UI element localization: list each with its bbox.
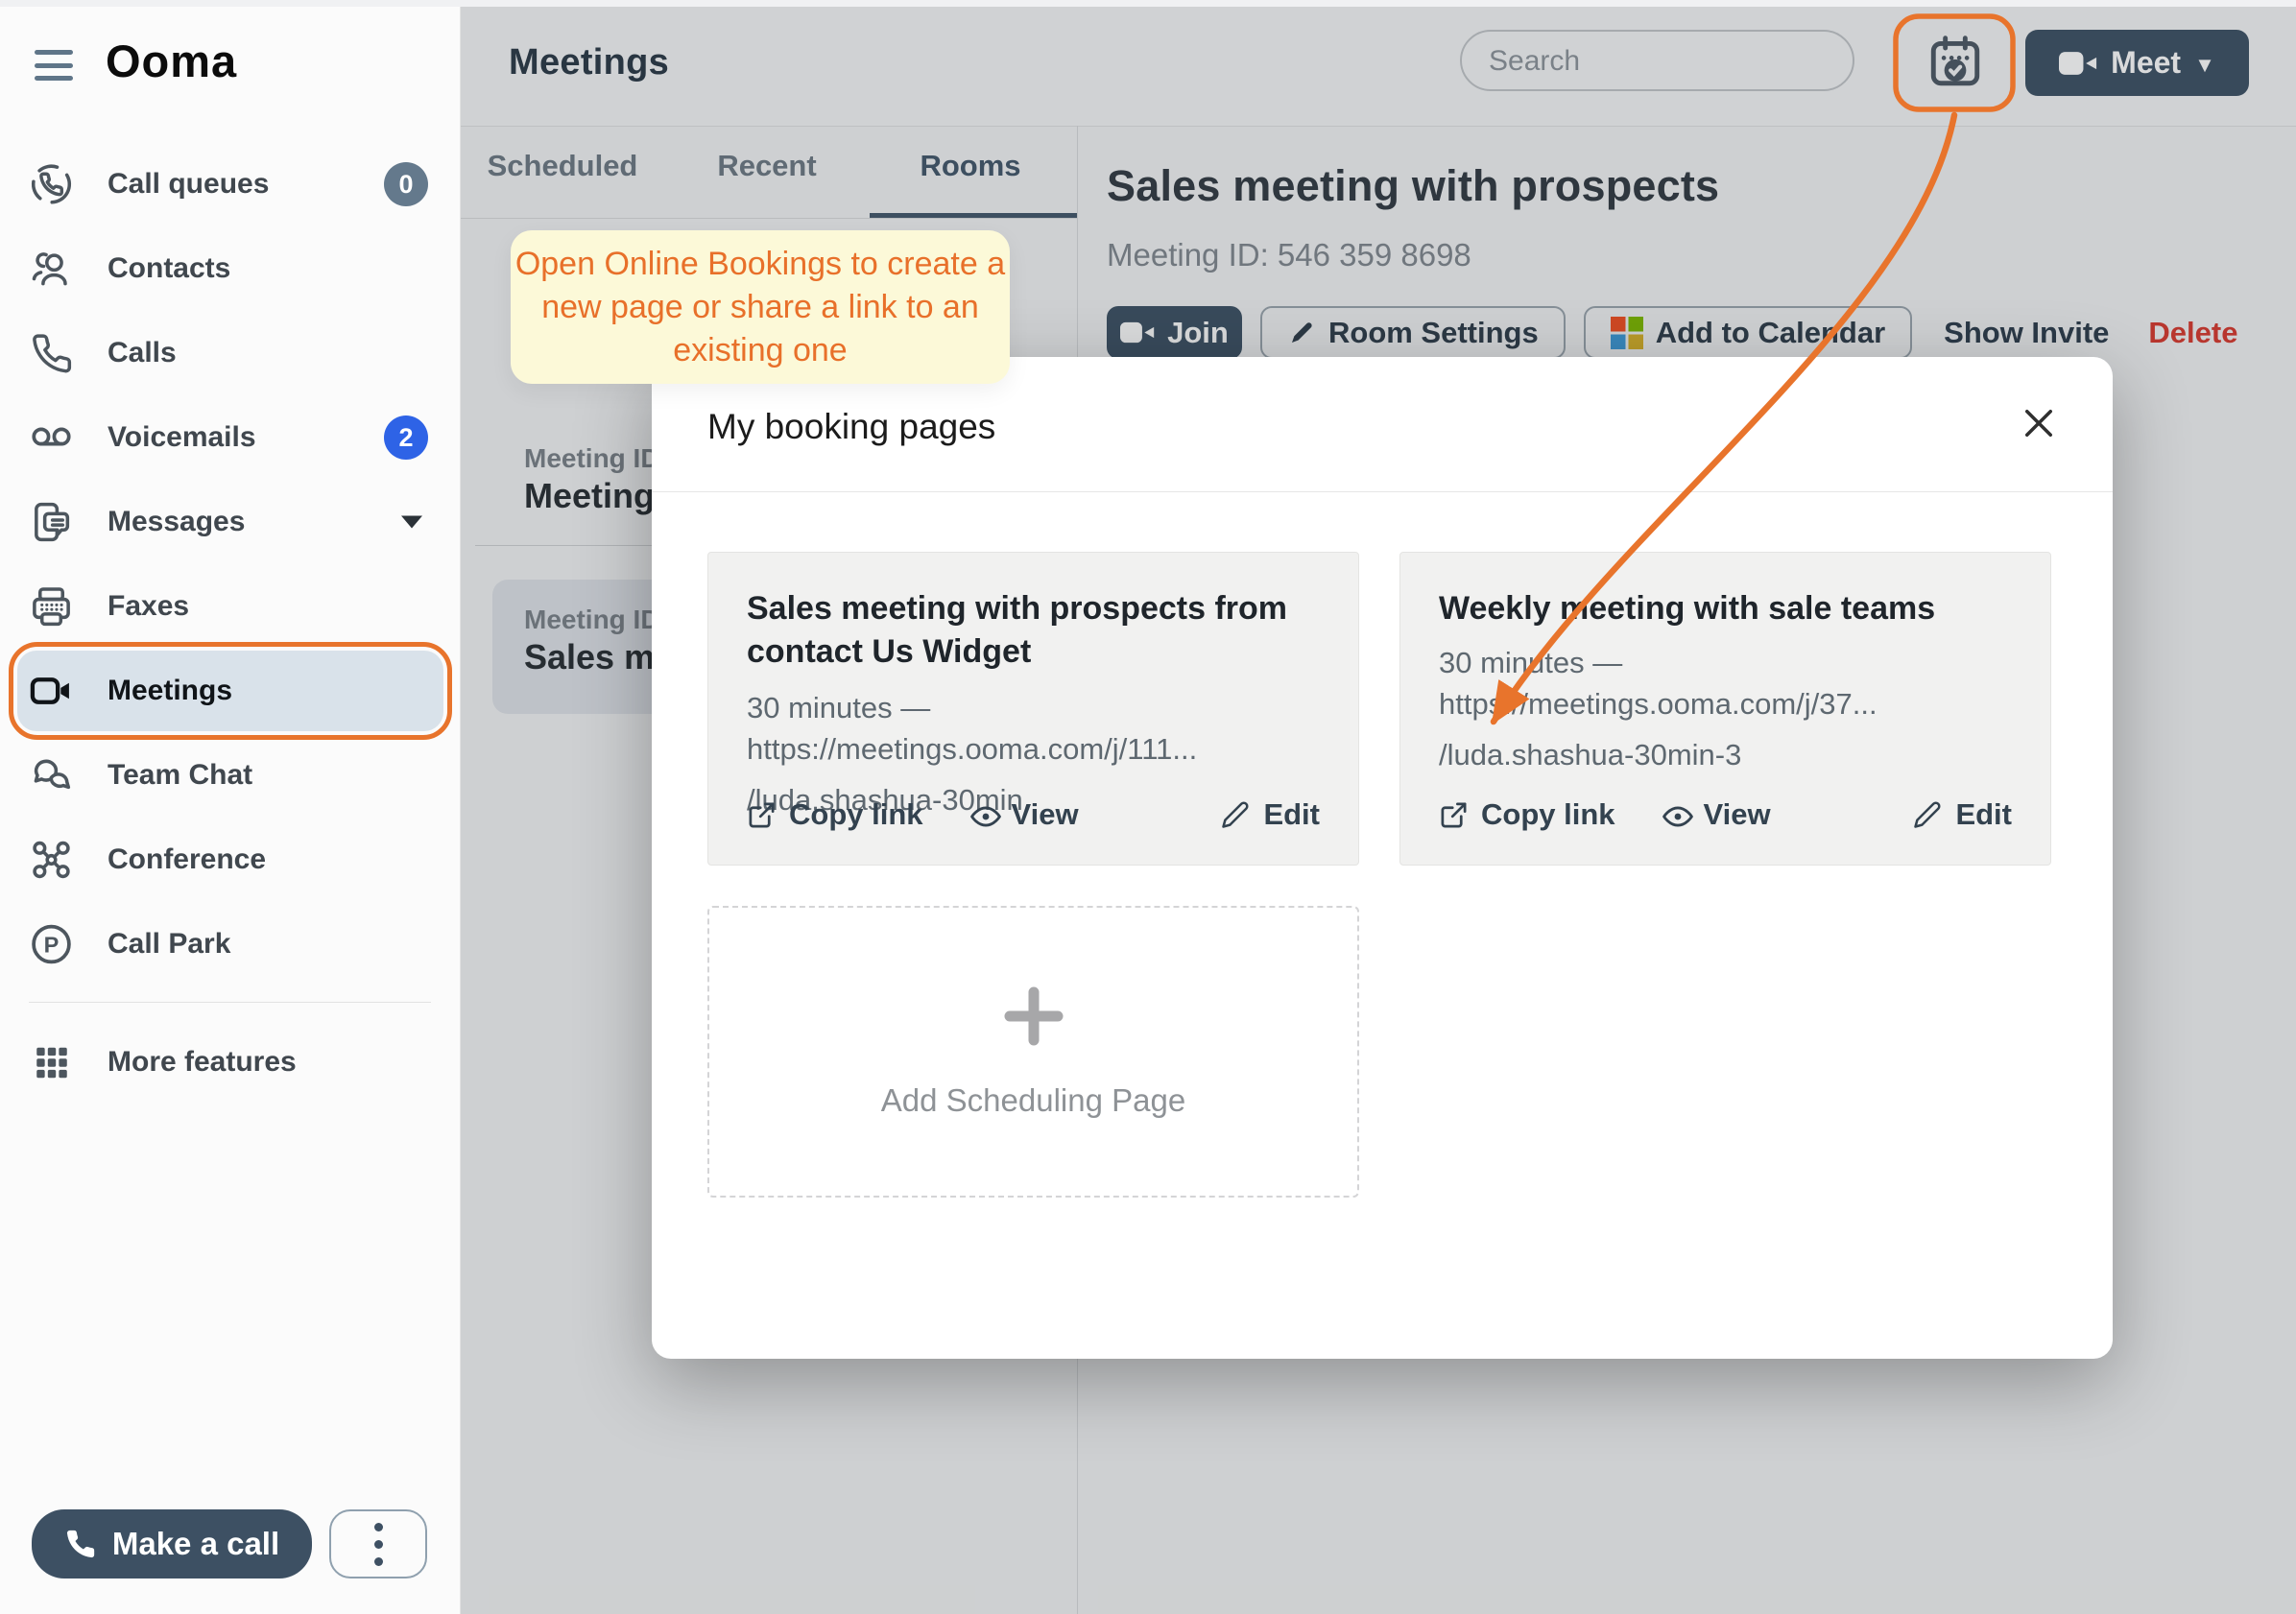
- view-label: View: [1012, 797, 1079, 832]
- video-camera-icon: [29, 669, 74, 714]
- eye-icon: [969, 800, 999, 830]
- count-badge: 2: [384, 415, 428, 460]
- sidebar-item-meetings[interactable]: Meetings: [0, 649, 461, 733]
- sidebar-item-contacts[interactable]: Contacts: [0, 226, 461, 311]
- sidebar-item-messages[interactable]: Messages: [0, 480, 461, 564]
- close-icon[interactable]: [2019, 403, 2059, 443]
- pencil-icon: [1221, 800, 1251, 830]
- booking-url-line1: 30 minutes — https://meetings.ooma.com/j…: [747, 687, 1320, 770]
- add-scheduling-page-label: Add Scheduling Page: [709, 1082, 1357, 1119]
- app-window: Meetings: [0, 0, 2296, 1614]
- ooma-logo: Ooma: [106, 35, 237, 87]
- copy-link-label: Copy link: [1481, 797, 1615, 832]
- annotation-tooltip: Open Online Bookings to create a new pag…: [511, 230, 1010, 384]
- sidebar-item-label: Messages: [108, 506, 245, 538]
- sidebar-item-label: More features: [108, 1046, 297, 1079]
- edit-label: Edit: [1263, 797, 1320, 832]
- view-button[interactable]: View: [1662, 797, 1771, 832]
- sidebar-item-call-park[interactable]: P Call Park: [0, 902, 461, 986]
- modal-header-divider: [652, 491, 2113, 492]
- sidebar: Ooma Call queues 0: [0, 0, 461, 1614]
- more-options-button[interactable]: [329, 1509, 427, 1578]
- sidebar-item-label: Meetings: [108, 675, 232, 707]
- booking-page-card: Weekly meeting with sale teams 30 minute…: [1399, 552, 2051, 866]
- plus-icon: [1004, 986, 1064, 1046]
- make-a-call-label: Make a call: [112, 1526, 279, 1562]
- edit-button[interactable]: Edit: [1221, 797, 1320, 832]
- tooltip-line: Open Online Bookings to create a: [515, 243, 1005, 286]
- sidebar-item-calls[interactable]: Calls: [0, 311, 461, 395]
- sidebar-item-label: Call queues: [108, 168, 269, 201]
- grid-icon: [29, 1040, 74, 1085]
- copy-link-button[interactable]: Copy link: [747, 797, 923, 832]
- copy-link-label: Copy link: [789, 797, 923, 832]
- sidebar-item-call-queues[interactable]: Call queues 0: [0, 142, 461, 226]
- sidebar-item-label: Team Chat: [108, 759, 252, 792]
- booking-url-line1: 30 minutes — https://meetings.ooma.com/j…: [1439, 642, 2012, 724]
- booking-url-line2: /luda.shashua-30min-3: [1439, 734, 2012, 775]
- make-a-call-button[interactable]: Make a call: [32, 1509, 312, 1578]
- sidebar-item-voicemails[interactable]: Voicemails 2: [0, 395, 461, 480]
- chevron-down-icon[interactable]: [401, 516, 422, 529]
- sidebar-item-label: Calls: [108, 337, 177, 369]
- voicemail-icon: [29, 415, 74, 461]
- add-scheduling-page-button[interactable]: Add Scheduling Page: [707, 906, 1359, 1198]
- sidebar-item-more-features[interactable]: More features: [0, 1020, 461, 1104]
- view-button[interactable]: View: [969, 797, 1079, 832]
- tooltip-line: new page or share a link to an: [541, 286, 979, 329]
- parking-icon: P: [29, 922, 74, 967]
- sidebar-item-label: Call Park: [108, 928, 230, 961]
- booking-title: Sales meeting with prospects from contac…: [747, 587, 1320, 674]
- messages-icon: [29, 500, 74, 545]
- pencil-icon: [1913, 800, 1943, 830]
- sidebar-item-label: Contacts: [108, 252, 230, 285]
- sidebar-item-label: Faxes: [108, 590, 189, 623]
- sidebar-item-label: Voicemails: [108, 421, 256, 454]
- modal-title: My booking pages: [707, 407, 995, 447]
- eye-icon: [1662, 800, 1691, 830]
- booking-pages-modal: My booking pages Sales meeting with pros…: [652, 357, 2113, 1359]
- svg-text:P: P: [44, 932, 60, 957]
- copy-link-button[interactable]: Copy link: [1439, 797, 1615, 832]
- contacts-icon: [29, 247, 74, 292]
- sidebar-item-conference[interactable]: Conference: [0, 818, 461, 902]
- menu-icon[interactable]: [35, 50, 73, 81]
- booking-title: Weekly meeting with sale teams: [1439, 587, 2012, 630]
- call-queues-icon: [29, 162, 74, 207]
- window-top-strip: [0, 0, 2296, 7]
- sidebar-divider: [29, 1002, 431, 1003]
- sidebar-item-faxes[interactable]: Faxes: [0, 564, 461, 649]
- chat-bubbles-icon: [29, 753, 74, 798]
- fax-icon: [29, 584, 74, 629]
- edit-label: Edit: [1955, 797, 2012, 832]
- sidebar-item-team-chat[interactable]: Team Chat: [0, 733, 461, 818]
- view-label: View: [1704, 797, 1771, 832]
- external-link-icon: [747, 800, 777, 830]
- conference-icon: [29, 838, 74, 883]
- edit-button[interactable]: Edit: [1913, 797, 2012, 832]
- sidebar-item-label: Conference: [108, 843, 266, 876]
- phone-icon: [29, 331, 74, 376]
- phone-icon: [64, 1528, 97, 1560]
- external-link-icon: [1439, 800, 1469, 830]
- booking-page-card: Sales meeting with prospects from contac…: [707, 552, 1359, 866]
- count-badge: 0: [384, 162, 428, 206]
- tooltip-line: existing one: [673, 329, 847, 372]
